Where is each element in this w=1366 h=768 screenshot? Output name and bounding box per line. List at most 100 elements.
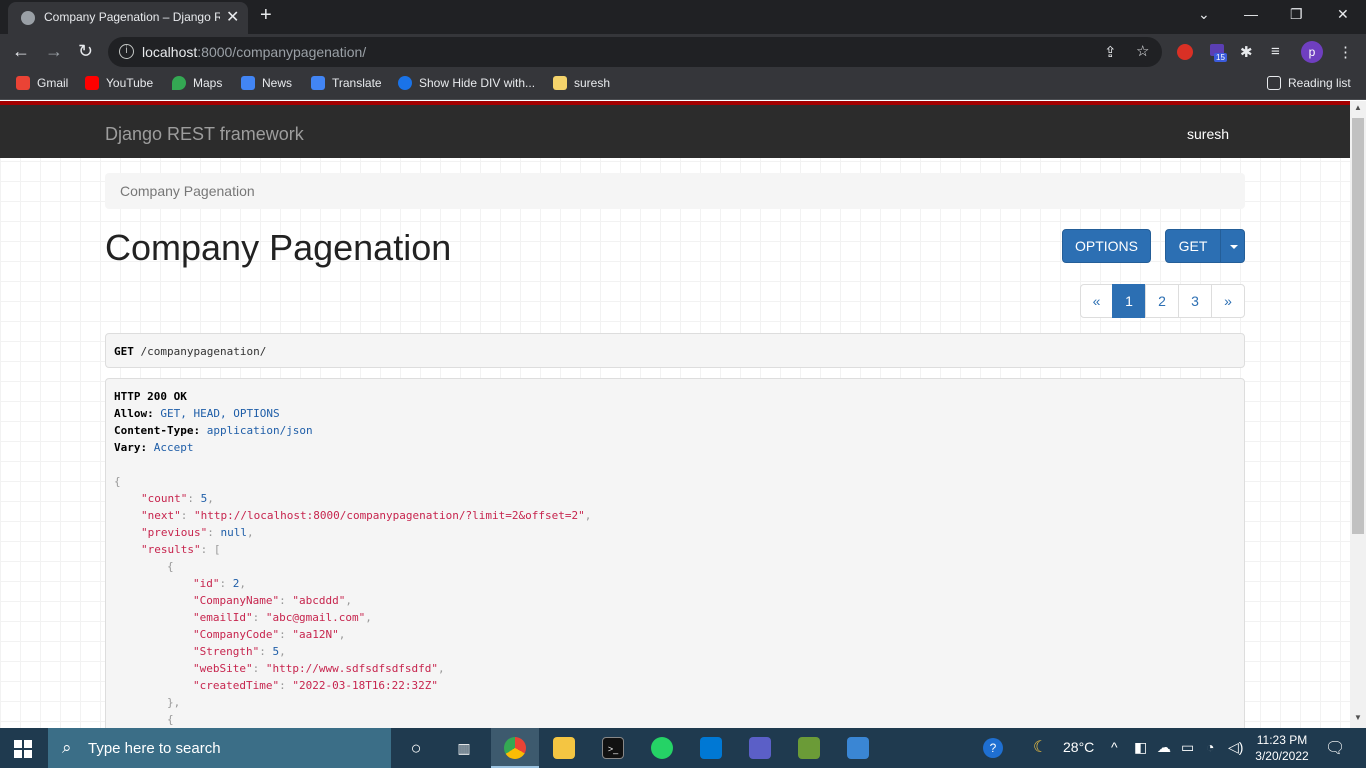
task-view-icon: ▥ [457, 740, 471, 756]
bookmark-folder-suresh[interactable]: suresh [553, 76, 610, 90]
cortana-button[interactable]: ○ [392, 728, 440, 768]
browser-tab[interactable]: Company Pagenation – Django REST framewo… [8, 2, 248, 34]
globe-icon [21, 11, 35, 25]
windows-taskbar: ⌕ Type here to search ○ ▥ >_ ? ☾ 28°C ^ … [0, 728, 1366, 768]
bookmark-translate[interactable]: Translate [311, 76, 382, 90]
navbar: Django REST framework suresh [0, 105, 1350, 158]
json-next-link[interactable]: "http://localhost:8000/companypagenation… [194, 509, 585, 522]
notifications-icon[interactable]: 🗨 [1325, 738, 1345, 758]
clock-time: 11:23 PM [1256, 733, 1308, 747]
teams-icon [749, 737, 771, 759]
volume-icon[interactable]: ◁) [1228, 739, 1243, 756]
taskbar-file-explorer[interactable] [540, 728, 588, 768]
request-method: GET [114, 345, 134, 358]
get-button[interactable]: GET [1165, 229, 1221, 263]
help-icon[interactable]: ? [983, 738, 1003, 758]
brand-link[interactable]: Django REST framework [105, 124, 304, 145]
vscode-icon [700, 737, 722, 759]
json-company-name: "abcddd" [292, 594, 346, 607]
get-format-dropdown-button[interactable] [1220, 229, 1245, 263]
taskbar-photos[interactable] [834, 728, 882, 768]
bookmark-maps[interactable]: Maps [172, 76, 222, 90]
url-text[interactable]: localhost:8000/companypagenation/ [142, 44, 366, 60]
page-title: Company Pagenation [105, 227, 452, 268]
bookmark-gmail[interactable]: Gmail [16, 76, 68, 90]
bookmark-star-icon[interactable]: ☆ [1136, 42, 1149, 60]
clock[interactable]: 11:23 PM 3/20/2022 [1250, 732, 1314, 764]
battery-icon[interactable]: ▭ [1181, 739, 1194, 756]
json-brace: { [114, 475, 121, 488]
pagination-next[interactable]: » [1211, 284, 1245, 318]
scrollbar-thumb[interactable] [1352, 118, 1364, 534]
wifi-icon[interactable]: ◔ [1206, 739, 1214, 755]
restore-button[interactable]: ❐ [1290, 6, 1303, 23]
json-created-time: "2022-03-18T16:22:32Z" [292, 679, 439, 692]
close-window-button[interactable]: ✕ [1337, 6, 1349, 23]
task-view-button[interactable]: ▥ [440, 728, 488, 768]
new-tab-button[interactable]: + [260, 4, 272, 27]
tab-search-icon[interactable]: ⌄ [1198, 6, 1210, 23]
scroll-down-arrow-icon[interactable]: ▼ [1354, 713, 1362, 722]
json-company-code: "aa12N" [292, 628, 339, 641]
taskbar-chrome[interactable] [491, 728, 539, 768]
taskbar-teams[interactable] [736, 728, 784, 768]
pagination-page-1[interactable]: 1 [1112, 284, 1146, 318]
bookmark-news[interactable]: News [241, 76, 292, 90]
weather-temp[interactable]: 28°C [1063, 739, 1094, 755]
profile-avatar[interactable]: p [1301, 41, 1323, 63]
chrome-icon [504, 737, 526, 759]
puzzle-extensions-icon[interactable]: ✱ [1240, 43, 1253, 61]
site-info-icon[interactable]: i [119, 44, 134, 59]
taskbar-notepad[interactable] [785, 728, 833, 768]
extension-icon[interactable]: 15 [1210, 43, 1227, 62]
tray-meet-icon[interactable]: ◧ [1134, 739, 1147, 756]
bookmark-show-hide-div[interactable]: Show Hide DIV with... [398, 76, 535, 90]
youtube-icon [85, 76, 99, 90]
share-icon[interactable]: ⇪ [1104, 43, 1117, 61]
bookmarks-bar: Gmail YouTube Maps News Translate Show H… [0, 70, 1366, 100]
translate-icon [311, 76, 325, 90]
taskbar-terminal[interactable]: >_ [589, 728, 637, 768]
weather-moon-icon[interactable]: ☾ [1033, 737, 1047, 757]
header-value: GET, HEAD, OPTIONS [160, 407, 280, 420]
pagination-page-3[interactable]: 3 [1178, 284, 1212, 318]
maps-pin-icon [172, 76, 186, 90]
clock-date: 3/20/2022 [1255, 749, 1309, 763]
taskbar-whatsapp[interactable] [638, 728, 686, 768]
request-path: /companypagenation/ [140, 345, 267, 358]
folder-icon [553, 737, 575, 759]
reading-list-icon [1267, 76, 1281, 90]
tray-chevron-up-icon[interactable]: ^ [1111, 739, 1118, 755]
site-icon [398, 76, 412, 90]
windows-start-icon[interactable] [14, 740, 32, 758]
menu-kebab-icon[interactable]: ⋮ [1338, 43, 1353, 61]
response-info: HTTP 200 OK Allow: GET, HEAD, OPTIONS Co… [105, 378, 1245, 728]
pagination-page-2[interactable]: 2 [1145, 284, 1179, 318]
taskbar-vscode[interactable] [687, 728, 735, 768]
tray-cloud-icon[interactable]: ☁ [1157, 739, 1171, 756]
reading-list-button[interactable]: Reading list [1267, 76, 1351, 90]
page-scrollbar[interactable]: ▲ ▼ [1350, 101, 1366, 728]
json-email: "abc@gmail.com" [265, 611, 366, 624]
adblock-extension-icon[interactable] [1177, 44, 1193, 60]
breadcrumb: Company Pagenation [105, 173, 1245, 209]
user-menu[interactable]: suresh [1187, 126, 1229, 142]
forward-arrow-icon[interactable]: → [45, 41, 63, 62]
bookmark-youtube[interactable]: YouTube [85, 76, 153, 90]
reload-icon[interactable]: ↻ [78, 41, 93, 62]
scroll-up-arrow-icon[interactable]: ▲ [1354, 103, 1362, 112]
media-control-icon[interactable]: ≡ [1271, 43, 1280, 60]
back-arrow-icon[interactable]: ← [12, 41, 30, 62]
pagination-prev[interactable]: « [1080, 284, 1113, 318]
minimize-button[interactable]: — [1244, 6, 1258, 22]
notepad-icon [798, 737, 820, 759]
header-value: application/json [206, 424, 313, 437]
breadcrumb-item[interactable]: Company Pagenation [120, 183, 255, 199]
taskbar-search-box[interactable]: ⌕ Type here to search [48, 728, 391, 768]
tab-close-button[interactable]: ✕ [226, 7, 239, 27]
terminal-icon: >_ [602, 737, 624, 759]
address-bar[interactable]: i localhost:8000/companypagenation/ ⇪ ☆ [108, 37, 1162, 67]
photos-icon [847, 737, 869, 759]
options-button[interactable]: OPTIONS [1062, 229, 1151, 263]
cortana-circle-icon: ○ [410, 738, 422, 758]
